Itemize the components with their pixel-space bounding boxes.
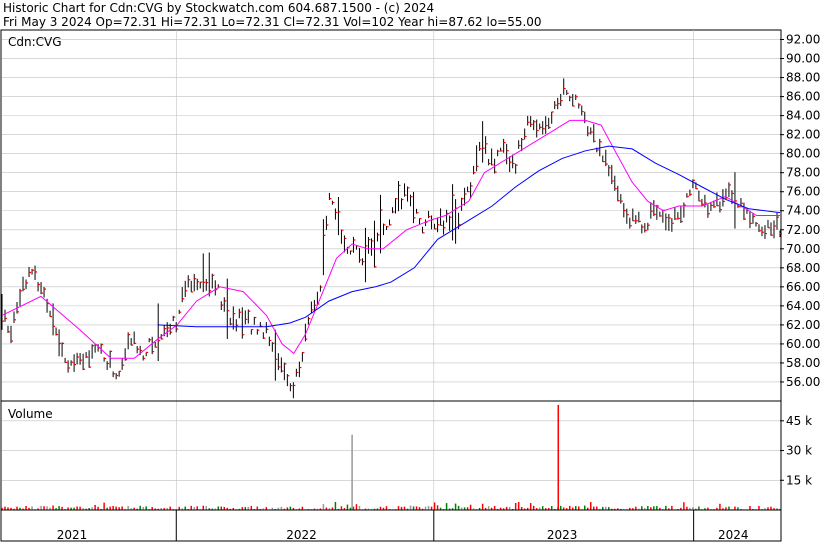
volume-tick-label: 15 k — [786, 473, 812, 487]
price-tick-label: 56.00 — [786, 375, 820, 389]
volume-axis: 15 k 30 k 45 k — [780, 414, 812, 487]
price-tick-label: 88.00 — [786, 71, 820, 85]
price-tick-label: 80.00 — [786, 147, 820, 161]
price-tick-label: 82.00 — [786, 128, 820, 142]
year-label: 2021 — [57, 528, 88, 542]
price-panel-title: Cdn:CVG — [8, 35, 62, 49]
year-label: 2022 — [286, 528, 317, 542]
price-tick-label: 62.00 — [786, 318, 820, 332]
price-tick-label: 58.00 — [786, 356, 820, 370]
price-tick-label: 64.00 — [786, 299, 820, 313]
price-tick-label: 78.00 — [786, 166, 820, 180]
volume-panel-title: Volume — [8, 407, 53, 421]
year-label: 2023 — [547, 528, 578, 542]
volume-tick-label: 45 k — [786, 414, 812, 428]
chart-frame — [0, 29, 782, 542]
price-tick-label: 68.00 — [786, 261, 820, 275]
price-tick-label: 92.00 — [786, 33, 820, 47]
price-tick-label: 84.00 — [786, 109, 820, 123]
price-tick-label: 90.00 — [786, 52, 820, 66]
stock-chart: Cdn:CVG Volume 56.00 58.00 60.00 62.00 64.00… — [0, 29, 820, 542]
price-tick-label: 76.00 — [786, 185, 820, 199]
price-axis: 56.00 58.00 60.00 62.00 64.00 66.00 68.00 70.00… — [780, 33, 820, 389]
price-tick-label: 60.00 — [786, 337, 820, 351]
price-tick-label: 72.00 — [786, 223, 820, 237]
price-tick-label: 66.00 — [786, 280, 820, 294]
price-tick-label: 86.00 — [786, 90, 820, 104]
volume-tick-label: 30 k — [786, 444, 812, 458]
year-label: 2024 — [718, 528, 749, 542]
price-tick-label: 74.00 — [786, 204, 820, 218]
price-tick-label: 70.00 — [786, 242, 820, 256]
